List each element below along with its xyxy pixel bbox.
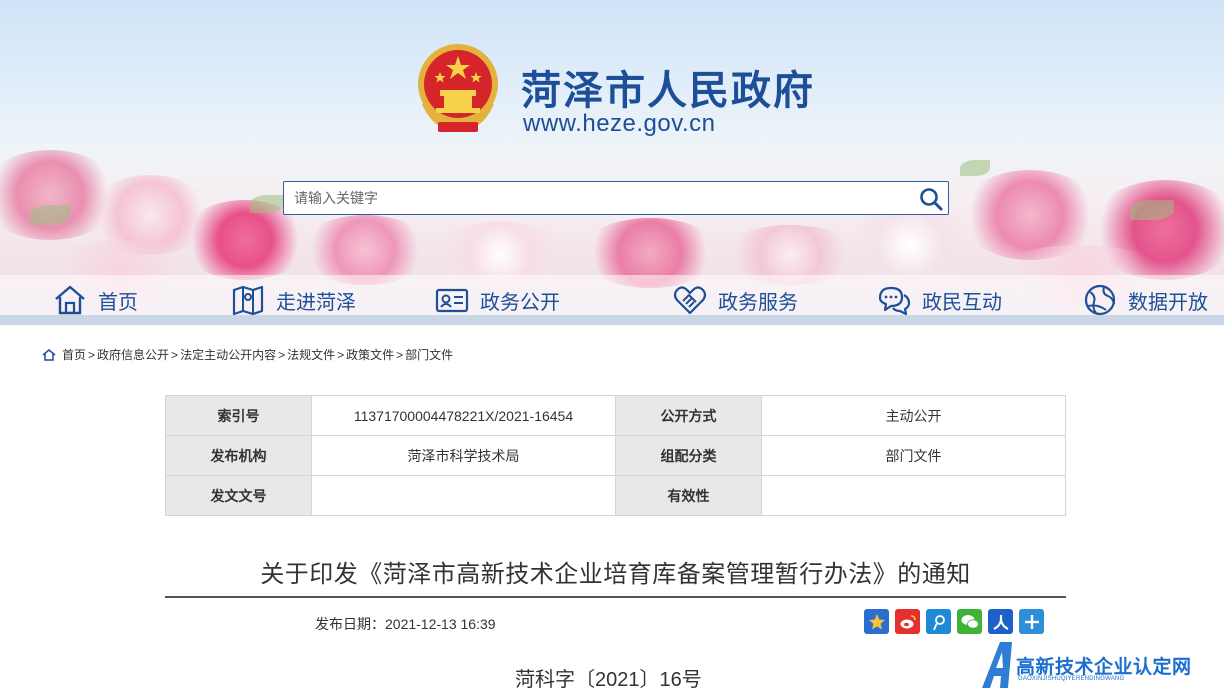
nav-item-about[interactable]: 走进菏泽 — [230, 283, 356, 317]
validity-value — [761, 475, 1066, 516]
category-label: 组配分类 — [615, 435, 762, 476]
favorite-star-icon[interactable] — [864, 609, 889, 634]
site-url: www.heze.gov.cn — [523, 110, 716, 137]
watermark-text: 高新技术企业认定网 — [1016, 657, 1192, 678]
search-icon[interactable] — [918, 186, 944, 212]
category-value: 部门文件 — [761, 435, 1066, 476]
nav-item-home[interactable]: 首页 — [52, 283, 138, 317]
national-emblem-icon — [418, 44, 498, 132]
renren-icon[interactable] — [988, 609, 1013, 634]
document-info-table: 索引号 11371700004478221X/2021-16454 公开方式 主… — [165, 395, 1066, 516]
tencent-weibo-icon[interactable] — [926, 609, 951, 634]
search-input[interactable] — [284, 182, 884, 214]
publisher-value: 菏泽市科学技术局 — [311, 435, 616, 476]
doc-no-value — [311, 475, 616, 516]
main-nav: 首页 走进菏泽 政务公开 政务服务 政民互动 数据开放 — [0, 275, 1224, 325]
index-value: 11371700004478221X/2021-16454 — [311, 395, 616, 436]
nav-label: 政务公开 — [480, 291, 560, 314]
breadcrumb-statutory[interactable]: 法定主动公开内容 — [180, 346, 276, 363]
title-divider — [165, 596, 1066, 598]
home-icon — [42, 348, 56, 361]
breadcrumb-gov-info[interactable]: 政府信息公开 — [97, 346, 169, 363]
table-row: 发布机构 菏泽市科学技术局 组配分类 部门文件 — [165, 435, 1066, 476]
wechat-icon[interactable] — [957, 609, 982, 634]
breadcrumb-policy[interactable]: 政策文件 — [346, 346, 394, 363]
validity-label: 有效性 — [615, 475, 762, 516]
share-bar — [864, 609, 1044, 634]
weibo-icon[interactable] — [895, 609, 920, 634]
leaf-decoration — [30, 205, 70, 225]
breadcrumb-regulations[interactable]: 法规文件 — [287, 346, 335, 363]
flower-decoration — [840, 205, 980, 285]
nav-item-interaction[interactable]: 政民互动 — [876, 283, 1002, 317]
document-title: 关于印发《菏泽市高新技术企业培育库备案管理暂行办法》的通知 — [260, 561, 971, 588]
nav-label: 走进菏泽 — [276, 291, 356, 314]
breadcrumb-home[interactable]: 首页 — [62, 346, 86, 363]
document-number: 菏科字〔2021〕16号 — [515, 669, 702, 689]
map-icon — [232, 285, 264, 316]
nav-item-gov-affairs[interactable]: 政务公开 — [434, 283, 560, 317]
site-title: 菏泽市人民政府 — [521, 69, 815, 113]
site-header: 菏泽市人民政府 www.heze.gov.cn 首页 走进菏泽 — [0, 0, 1224, 325]
globe-icon — [1084, 284, 1116, 316]
id-card-icon — [435, 288, 469, 313]
nav-label: 政务服务 — [718, 291, 798, 314]
home-icon — [55, 285, 85, 315]
leaf-decoration — [250, 195, 284, 213]
publisher-label: 发布机构 — [165, 435, 312, 476]
leaf-decoration — [960, 160, 990, 176]
watermark-subtext: GAOXINJISHUQIYERENDINGWANG — [1018, 676, 1125, 682]
search-box — [283, 181, 949, 215]
nav-item-gov-services[interactable]: 政务服务 — [672, 283, 798, 317]
leaf-decoration — [1130, 200, 1174, 220]
open-mode-value: 主动公开 — [761, 395, 1066, 436]
nav-label: 数据开放 — [1128, 291, 1208, 314]
nav-label: 政民互动 — [922, 291, 1002, 314]
chat-bubbles-icon — [878, 286, 911, 316]
nav-item-open-data[interactable]: 数据开放 — [1082, 283, 1208, 317]
doc-no-label: 发文文号 — [165, 475, 312, 516]
table-row: 索引号 11371700004478221X/2021-16454 公开方式 主… — [165, 395, 1066, 436]
more-plus-icon[interactable] — [1019, 609, 1044, 634]
publish-date: 发布日期：2021-12-13 16:39 — [315, 616, 496, 632]
index-label: 索引号 — [165, 395, 312, 436]
handshake-icon — [673, 286, 707, 315]
open-mode-label: 公开方式 — [615, 395, 762, 436]
breadcrumb-department[interactable]: 部门文件 — [405, 346, 453, 363]
table-row: 发文文号 有效性 — [165, 475, 1066, 516]
nav-label: 首页 — [98, 291, 138, 314]
breadcrumb: 首页 > 政府信息公开 > 法定主动公开内容 > 法规文件 > 政策文件 > 部门文件 — [42, 346, 453, 363]
